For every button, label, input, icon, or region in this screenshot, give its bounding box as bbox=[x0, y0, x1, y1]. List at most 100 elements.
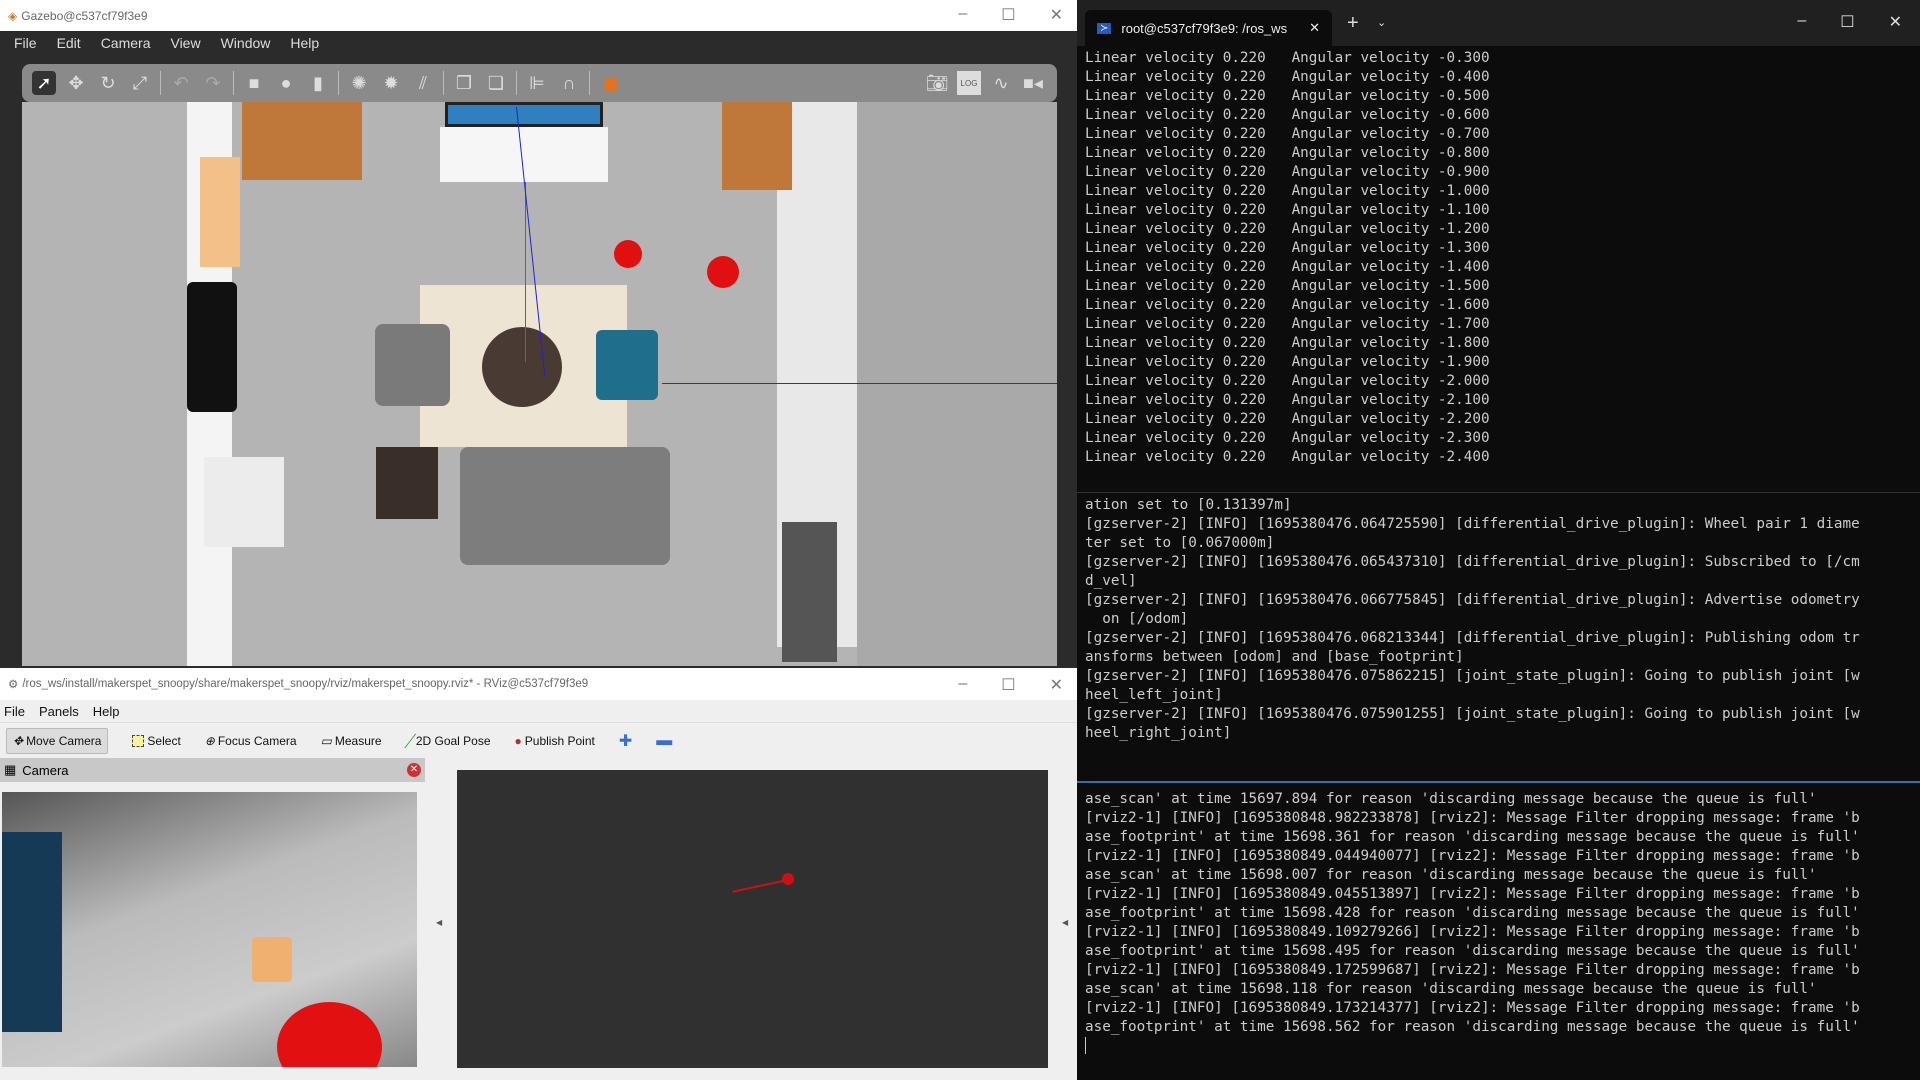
sofa bbox=[460, 447, 670, 565]
scale-icon[interactable]: ⤢ bbox=[128, 71, 152, 95]
terminal-line: Linear velocity 0.220 Angular velocity -… bbox=[1085, 259, 1490, 275]
terminal-line: d_vel] bbox=[1085, 573, 1137, 589]
terminal-line: Linear velocity 0.220 Angular velocity -… bbox=[1085, 316, 1490, 332]
splitter-handle[interactable]: ◀ bbox=[436, 918, 442, 927]
red-ball[interactable] bbox=[707, 256, 739, 288]
camera-panel-icon: ▦ bbox=[4, 762, 17, 777]
terminal-line: ase_scan' at time 15698.007 for reason '… bbox=[1085, 867, 1817, 883]
menu-panels[interactable]: Panels bbox=[39, 704, 79, 719]
select-mode-icon[interactable]: ➚ bbox=[32, 71, 56, 95]
side-table bbox=[376, 447, 438, 519]
terminal-line: Linear velocity 0.220 Angular velocity -… bbox=[1085, 126, 1490, 142]
remove-tool-button[interactable]: ▬ bbox=[656, 732, 672, 750]
window-title: /ros_ws/install/makerspet_snoopy/share/m… bbox=[22, 678, 589, 690]
select-button[interactable]: Select bbox=[132, 734, 181, 748]
terminal-line: Linear velocity 0.220 Angular velocity -… bbox=[1085, 240, 1490, 256]
snap-icon[interactable]: ∩ bbox=[557, 71, 581, 95]
terminal-line: Linear velocity 0.220 Angular velocity -… bbox=[1085, 335, 1490, 351]
align-icon[interactable]: ⊫ bbox=[525, 71, 549, 95]
poster bbox=[200, 157, 240, 267]
sphere-icon[interactable]: ● bbox=[274, 71, 298, 95]
close-button[interactable]: ✕ bbox=[1050, 675, 1063, 695]
terminal-tab[interactable]: ≻ root@c537cf79f3e9: /ros_ws ✕ bbox=[1085, 10, 1332, 46]
arrow-icon: ╱ bbox=[405, 733, 413, 748]
gazebo-3d-scene[interactable] bbox=[22, 102, 1057, 666]
maximize-button[interactable]: ☐ bbox=[1840, 12, 1854, 32]
view-angle-icon[interactable]: ▣ bbox=[598, 71, 622, 95]
red-ball[interactable] bbox=[614, 240, 642, 268]
camera-image bbox=[2, 792, 417, 1067]
rotate-icon[interactable]: ↻ bbox=[96, 71, 120, 95]
copy-icon[interactable]: ❐ bbox=[452, 71, 476, 95]
terminal-line: [gzserver-2] [INFO] [1695380476.06821334… bbox=[1085, 630, 1860, 646]
active-pane-border bbox=[1077, 781, 1920, 783]
terminal-line: ase_footprint' at time 15698.495 for rea… bbox=[1085, 943, 1860, 959]
terminal-cursor bbox=[1085, 1037, 1086, 1054]
maximize-button[interactable]: ☐ bbox=[1001, 675, 1015, 695]
paste-icon[interactable]: ❏ bbox=[484, 71, 508, 95]
cylinder-icon[interactable]: ▮ bbox=[306, 71, 330, 95]
terminal-line: heel_left_joint] bbox=[1085, 687, 1223, 703]
menu-view[interactable]: View bbox=[170, 35, 200, 51]
box-icon[interactable]: ■ bbox=[242, 71, 266, 95]
shelf bbox=[722, 102, 792, 190]
menu-camera[interactable]: Camera bbox=[101, 35, 151, 51]
screenshot-icon[interactable]: 📷︎ bbox=[925, 71, 949, 95]
directional-light-icon[interactable]: ⫽ bbox=[411, 71, 435, 95]
2d-goal-pose-button[interactable]: ╱ 2D Goal Pose bbox=[406, 734, 491, 748]
terminal-pane-2[interactable]: ation set to [0.131397m] [gzserver-2] [IN… bbox=[1077, 496, 1920, 774]
video-record-icon[interactable]: ■◂ bbox=[1021, 71, 1045, 95]
minimize-button[interactable]: – bbox=[958, 675, 967, 695]
terminal-line: Linear velocity 0.220 Angular velocity -… bbox=[1085, 164, 1490, 180]
ruler-icon: ▭ bbox=[320, 733, 332, 748]
gazebo-titlebar: ◈ Gazebo@c537cf79f3e9 – ☐ ✕ bbox=[0, 0, 1077, 31]
minimize-button[interactable]: – bbox=[1797, 12, 1806, 32]
measure-button[interactable]: ▭ Measure bbox=[321, 734, 382, 748]
armchair bbox=[375, 324, 450, 406]
terminal-pane-3[interactable]: ase_scan' at time 15697.894 for reason '… bbox=[1077, 790, 1920, 1080]
terminal-line: [gzserver-2] [INFO] [1695380476.07590125… bbox=[1085, 706, 1860, 722]
close-panel-icon[interactable]: ✕ bbox=[407, 763, 421, 777]
rviz-3d-view[interactable] bbox=[457, 770, 1048, 1068]
close-button[interactable]: ✕ bbox=[1889, 12, 1902, 32]
log-icon[interactable]: LOG bbox=[957, 71, 981, 95]
close-button[interactable]: ✕ bbox=[1050, 5, 1063, 25]
point-light-icon[interactable]: ✺ bbox=[347, 71, 371, 95]
terminal-line: [rviz2-1] [INFO] [1695380849.172599687] … bbox=[1085, 962, 1860, 978]
terminal-line: [rviz2-1] [INFO] [1695380849.109279266] … bbox=[1085, 924, 1860, 940]
gazebo-logo-icon: ◈ bbox=[8, 8, 18, 23]
focus-camera-button[interactable]: ⊕ Focus Camera bbox=[205, 734, 297, 748]
minimize-button[interactable]: – bbox=[958, 5, 967, 25]
tab-dropdown-icon[interactable]: ⌄ bbox=[1377, 16, 1386, 29]
menu-help[interactable]: Help bbox=[290, 35, 319, 51]
new-tab-button[interactable]: + bbox=[1347, 12, 1359, 35]
poster bbox=[187, 282, 237, 412]
maximize-button[interactable]: ☐ bbox=[1001, 5, 1015, 25]
add-tool-button[interactable]: ✚ bbox=[619, 731, 632, 751]
redo-icon[interactable]: ↷ bbox=[201, 71, 225, 95]
menu-file[interactable]: File bbox=[4, 704, 25, 719]
splitter-handle[interactable]: ◀ bbox=[1062, 918, 1068, 927]
terminal-line: Linear velocity 0.220 Angular velocity -… bbox=[1085, 354, 1490, 370]
tab-title: root@c537cf79f3e9: /ros_ws bbox=[1121, 20, 1288, 36]
spot-light-icon[interactable]: ✹ bbox=[379, 71, 403, 95]
translate-icon[interactable]: ✥ bbox=[64, 71, 88, 95]
focus-icon: ⊕ bbox=[204, 733, 215, 748]
terminal-line: ase_scan' at time 15698.118 for reason '… bbox=[1085, 981, 1817, 997]
publish-point-button[interactable]: ● Publish Point bbox=[515, 734, 595, 748]
terminal-line: ase_scan' at time 15697.894 for reason '… bbox=[1085, 791, 1817, 807]
menu-help[interactable]: Help bbox=[93, 704, 120, 719]
rviz-toolbar: ✥ Move Camera Select ⊕ Focus Camera ▭ Measu… bbox=[0, 722, 1077, 758]
x-axis bbox=[662, 383, 1057, 384]
menu-window[interactable]: Window bbox=[221, 35, 271, 51]
map-pin-icon: ● bbox=[514, 733, 522, 748]
menu-edit[interactable]: Edit bbox=[57, 35, 81, 51]
plot-icon[interactable]: ∿ bbox=[989, 71, 1013, 95]
terminal-pane-1[interactable]: Linear velocity 0.220 Angular velocity -… bbox=[1077, 49, 1920, 489]
close-tab-icon[interactable]: ✕ bbox=[1309, 20, 1320, 36]
move-camera-button[interactable]: ✥ Move Camera bbox=[6, 727, 109, 754]
terminal-line: [gzserver-2] [INFO] [1695380476.06543731… bbox=[1085, 554, 1860, 570]
menu-file[interactable]: File bbox=[14, 35, 37, 51]
undo-icon[interactable]: ↶ bbox=[169, 71, 193, 95]
terminal-line: ter set to [0.067000m] bbox=[1085, 535, 1275, 551]
